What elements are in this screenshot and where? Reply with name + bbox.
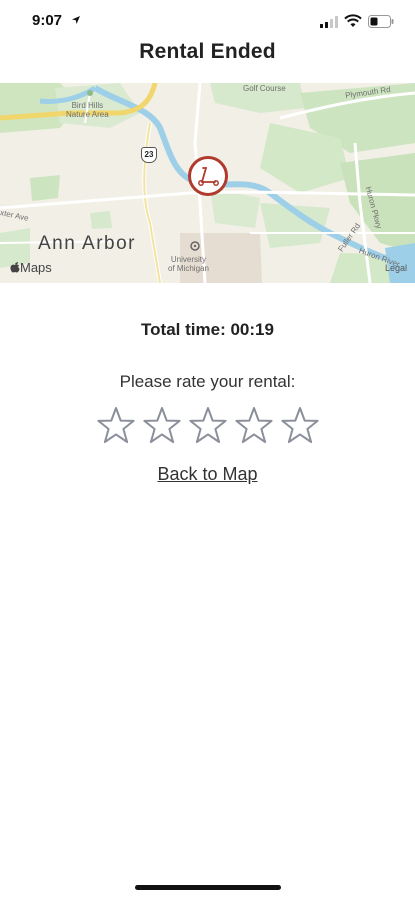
star-1-icon[interactable] [97, 405, 135, 445]
status-bar: 9:07 [0, 0, 415, 44]
back-to-map-link[interactable]: Back to Map [0, 464, 415, 485]
map-label-city: Ann Arbor [38, 233, 136, 254]
apple-logo-icon [10, 262, 20, 273]
rating-stars [97, 405, 319, 447]
status-time: 9:07 [32, 12, 63, 29]
map-legal-link[interactable]: Legal [385, 263, 407, 273]
star-3-icon[interactable] [189, 405, 227, 445]
home-indicator[interactable] [135, 885, 281, 890]
map-label-golf-course: Golf Course [243, 84, 286, 93]
map-label-bird-hills: Bird Hills Nature Area [66, 101, 109, 119]
star-5-icon[interactable] [281, 405, 319, 445]
maps-brand-label: Maps [20, 260, 52, 275]
map-label-university: University of Michigan [168, 255, 209, 273]
scooter-icon [198, 167, 219, 186]
page-title: Rental Ended [139, 40, 276, 63]
maps-brand: Maps [10, 260, 52, 275]
rental-ended-screen: 9:07 Rental Ended Bird Hills Nature Area… [0, 0, 415, 900]
rating-prompt: Please rate your rental: [119, 372, 296, 391]
battery-icon [368, 15, 394, 28]
highway-shield: 23 [141, 147, 157, 163]
location-arrow-icon [72, 16, 80, 24]
total-time: Total time: 00:19 [141, 320, 274, 339]
wifi-icon [344, 14, 362, 27]
star-2-icon[interactable] [143, 405, 181, 445]
scooter-location-marker[interactable] [188, 156, 228, 196]
cellular-signal-icon [320, 16, 338, 28]
star-4-icon[interactable] [235, 405, 273, 445]
map-view[interactable]: Bird Hills Nature Area Golf Course Plymo… [0, 83, 415, 283]
